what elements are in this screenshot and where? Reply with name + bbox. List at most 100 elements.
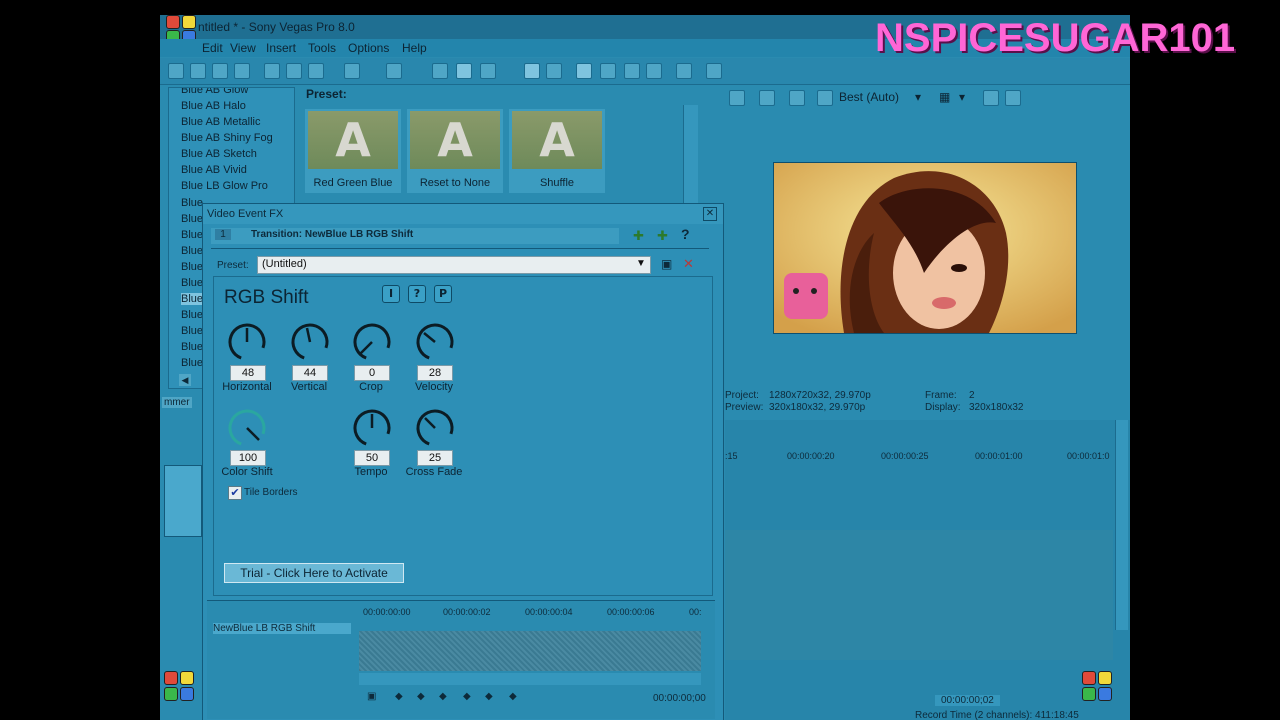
menu-help[interactable]: Help: [402, 41, 427, 55]
keyframe-hscroll[interactable]: [359, 673, 701, 685]
snapping-icon[interactable]: [524, 63, 540, 79]
text-tool-icon[interactable]: [576, 63, 592, 79]
tab-media-generators[interactable]: mmer: [162, 397, 192, 408]
timeline-vscroll[interactable]: [1115, 420, 1128, 630]
knob-vertical-value[interactable]: 44: [292, 365, 328, 381]
preferences-button[interactable]: P: [434, 285, 452, 303]
next-keyframe-icon[interactable]: ◆: [485, 691, 493, 702]
envelope-tool-icon[interactable]: [456, 63, 472, 79]
fx-chain-transition[interactable]: Transition: NewBlue LB RGB Shift: [251, 229, 413, 240]
knob-horizontal-value[interactable]: 48: [230, 365, 266, 381]
preview-quality-select[interactable]: Best (Auto): [839, 90, 899, 104]
list-item[interactable]: Blue AB Sketch: [181, 148, 257, 160]
list-item[interactable]: Blue LB Glow Pro: [181, 180, 268, 192]
scrub-icon[interactable]: [676, 63, 692, 79]
list-item[interactable]: Blue: [181, 341, 203, 353]
knob-dial[interactable]: [351, 321, 393, 363]
list-item[interactable]: Blue: [181, 357, 203, 369]
add-keyframe-icon[interactable]: ◆: [439, 691, 447, 702]
list-item[interactable]: Blue AB Shiny Fog: [181, 132, 273, 144]
new-icon[interactable]: [168, 63, 184, 79]
paste-icon[interactable]: [308, 63, 324, 79]
info-button[interactable]: I: [382, 285, 400, 303]
split-screen-icon[interactable]: [817, 90, 833, 106]
close-icon[interactable]: ✕: [703, 207, 717, 221]
preset-select[interactable]: (Untitled) ▼: [257, 256, 651, 274]
normal-edit-tool-icon[interactable]: [432, 63, 448, 79]
copy-snapshot-icon[interactable]: [983, 90, 999, 106]
redo-icon[interactable]: [386, 63, 402, 79]
knob-cross-fade-value[interactable]: 25: [417, 450, 453, 466]
external-monitor-icon[interactable]: [759, 90, 775, 106]
add-fx-icon[interactable]: ✚: [633, 228, 644, 244]
knob-dial[interactable]: [226, 407, 268, 449]
properties-icon[interactable]: [234, 63, 250, 79]
preview-properties-icon[interactable]: [729, 90, 745, 106]
copy-icon[interactable]: [286, 63, 302, 79]
delete-preset-icon[interactable]: ✕: [683, 256, 694, 272]
last-keyframe-icon[interactable]: ◆: [509, 691, 517, 702]
preset-thumb-red-green-blue[interactable]: A Red Green Blue: [305, 109, 401, 193]
menu-insert[interactable]: Insert: [266, 41, 296, 55]
knob-dial[interactable]: [289, 321, 331, 363]
knob-dial[interactable]: [226, 321, 268, 363]
preset-thumb-shuffle[interactable]: A Shuffle: [509, 109, 605, 193]
selection-tool-icon[interactable]: [480, 63, 496, 79]
prev-keyframe-icon[interactable]: ◆: [417, 691, 425, 702]
window-menu-icon[interactable]: [166, 15, 180, 29]
first-keyframe-icon[interactable]: ◆: [395, 691, 403, 702]
list-item[interactable]: Blue: [181, 213, 203, 225]
help-icon[interactable]: ?: [681, 226, 690, 242]
delete-keyframe-icon[interactable]: ◆: [463, 691, 471, 702]
knob-dial[interactable]: [414, 321, 456, 363]
scroll-left-icon[interactable]: ◀: [179, 374, 191, 386]
auto-crossfade-icon[interactable]: [546, 63, 562, 79]
help-icon[interactable]: [706, 63, 722, 79]
list-item[interactable]: Blue: [181, 293, 204, 305]
chevron-down-icon[interactable]: ▼: [636, 258, 646, 269]
list-item[interactable]: Blue AB Halo: [181, 100, 246, 112]
knob-velocity-value[interactable]: 28: [417, 365, 453, 381]
list-item[interactable]: Blue: [181, 309, 203, 321]
cut-icon[interactable]: [264, 63, 280, 79]
chevron-down-icon[interactable]: ▾: [915, 90, 921, 104]
keyframe-track-label[interactable]: NewBlue LB RGB Shift: [213, 623, 351, 634]
remove-fx-icon[interactable]: ✚: [657, 228, 668, 244]
list-item[interactable]: Blue: [181, 325, 203, 337]
chevron-down-icon[interactable]: ▾: [959, 90, 965, 104]
preview-fx-icon[interactable]: [789, 90, 805, 106]
knob-tempo-value[interactable]: 50: [354, 450, 390, 466]
knob-dial[interactable]: [351, 407, 393, 449]
preset-scrollbar[interactable]: [683, 105, 698, 205]
help-button[interactable]: ?: [408, 285, 426, 303]
list-item[interactable]: Blue: [181, 245, 203, 257]
ignore-grouping-icon[interactable]: [624, 63, 640, 79]
list-item[interactable]: Blue AB Vivid: [181, 164, 247, 176]
timeline-track[interactable]: [725, 530, 1113, 660]
list-item[interactable]: Blue: [181, 229, 203, 241]
open-icon[interactable]: [190, 63, 206, 79]
menu-view[interactable]: View: [230, 41, 256, 55]
lock-envelopes-icon[interactable]: [600, 63, 616, 79]
overlays-icon[interactable]: ▦: [939, 90, 950, 104]
knob-color-shift-value[interactable]: 100: [230, 450, 266, 466]
preset-thumb-reset-to-none[interactable]: A Reset to None: [407, 109, 503, 193]
menu-options[interactable]: Options: [348, 41, 389, 55]
menu-tools[interactable]: Tools: [308, 41, 336, 55]
knob-crop-value[interactable]: 0: [354, 365, 390, 381]
list-item[interactable]: Blue AB Glow: [181, 88, 248, 96]
list-item[interactable]: Blue: [181, 277, 203, 289]
list-item[interactable]: Blue AB Metallic: [181, 116, 260, 128]
sync-cursor-icon[interactable]: ▣: [367, 691, 376, 702]
trial-activate-button[interactable]: Trial - Click Here to Activate: [224, 563, 404, 583]
zoom-icon[interactable]: [646, 63, 662, 79]
fx-chain-number[interactable]: 1: [215, 229, 231, 240]
save-snapshot-icon[interactable]: [1005, 90, 1021, 106]
knob-dial[interactable]: [414, 407, 456, 449]
tile-borders-checkbox[interactable]: ✔: [228, 486, 242, 500]
save-icon[interactable]: [212, 63, 228, 79]
timeline-area[interactable]: :15 00:00:00:20 00:00:00:25 00:00:01:00 …: [725, 420, 1130, 720]
list-item[interactable]: Blue: [181, 261, 203, 273]
menu-edit[interactable]: Edit: [202, 41, 223, 55]
undo-icon[interactable]: [344, 63, 360, 79]
